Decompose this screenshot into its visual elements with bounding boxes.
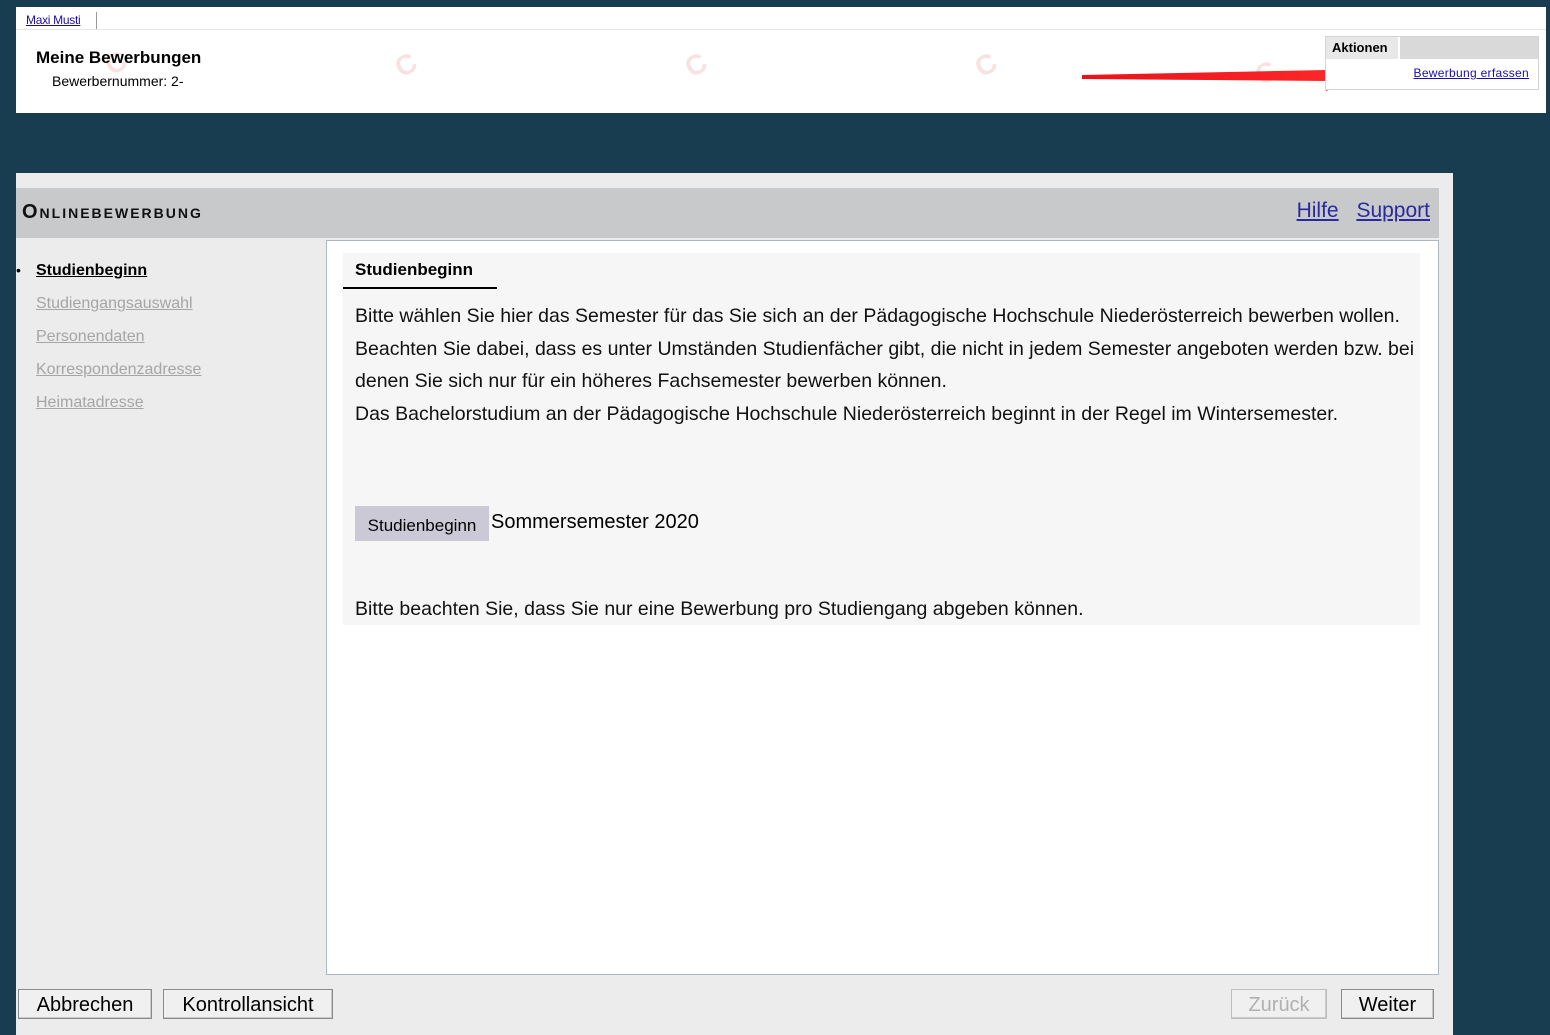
notice-text: Bitte beachten Sie, dass Sie nur eine Be… (355, 598, 1084, 620)
sidebar-step-korrespondenzadresse[interactable]: Korrespondenzadresse (16, 357, 316, 390)
content-panel: Studienbeginn Bitte wählen Sie hier das … (326, 240, 1439, 975)
steps-sidebar: • Studienbeginn Studiengangsauswahl Pers… (16, 258, 316, 423)
campus-online-watermark: C (969, 45, 1004, 84)
section-tab: Studienbeginn (343, 253, 497, 289)
user-tab: Maxi Musti (26, 12, 98, 29)
sidebar-step-label: Studienbeginn (36, 262, 148, 279)
online-application-panel: Onlinebewerbung Hilfe Support • Studienb… (16, 173, 1453, 1035)
header-links: Hilfe Support (1285, 199, 1430, 223)
actions-label: Aktionen (1326, 37, 1400, 59)
actions-header: Aktionen (1326, 37, 1538, 59)
intro-paragraph-3: Das Bachelorstudium an der Pädagogische … (355, 402, 1339, 425)
studienbeginn-field-label: Studienbeginn (355, 506, 489, 541)
panel-title: Onlinebewerbung (22, 201, 203, 223)
bullet-icon: • (16, 262, 21, 278)
control-view-button[interactable]: Kontrollansicht (163, 989, 333, 1019)
sidebar-step-studienbeginn[interactable]: • Studienbeginn (16, 258, 316, 291)
application-overview-panel: C C C C C Maxi Musti Meine Bewerbungen B… (16, 7, 1546, 113)
back-button[interactable]: Zurück (1231, 989, 1327, 1019)
sidebar-step-personendaten[interactable]: Personendaten (16, 324, 316, 357)
intro-paragraph-2: Beachten Sie dabei, dass es unter Umstän… (355, 337, 1415, 393)
next-button[interactable]: Weiter (1341, 989, 1434, 1019)
sidebar-step-label: Heimatadresse (36, 394, 144, 411)
sidebar-step-studiengangsauswahl[interactable]: Studiengangsauswahl (16, 291, 316, 324)
campus-online-watermark: C (389, 45, 424, 84)
help-link[interactable]: Hilfe (1297, 199, 1339, 222)
create-application-link[interactable]: Bewerbung erfassen (1414, 66, 1529, 80)
cancel-button[interactable]: Abbrechen (18, 989, 152, 1019)
actions-box: Aktionen Bewerbung erfassen (1325, 36, 1539, 90)
intro-text: Bitte wählen Sie hier das Semester für d… (355, 300, 1415, 430)
support-link[interactable]: Support (1356, 199, 1430, 222)
applicant-number: Bewerbernummer: 2- (52, 73, 184, 89)
sidebar-step-label: Korrespondenzadresse (36, 361, 202, 378)
section-title: Studienbeginn (355, 260, 474, 279)
page-title: Meine Bewerbungen (36, 48, 202, 67)
user-name-link[interactable]: Maxi Musti (26, 13, 81, 27)
sidebar-step-heimatadresse[interactable]: Heimatadresse (16, 390, 316, 423)
campus-online-watermark: C (679, 45, 714, 84)
sidebar-step-label: Studiengangsauswahl (36, 295, 193, 312)
studienbeginn-field-value: Sommersemester 2020 (491, 511, 699, 533)
header-bar: Onlinebewerbung Hilfe Support (16, 188, 1439, 238)
intro-paragraph-1: Bitte wählen Sie hier das Semester für d… (355, 305, 1400, 327)
divider (16, 29, 1546, 30)
content-section: Studienbeginn Bitte wählen Sie hier das … (343, 253, 1420, 625)
sidebar-step-label: Personendaten (36, 328, 145, 345)
